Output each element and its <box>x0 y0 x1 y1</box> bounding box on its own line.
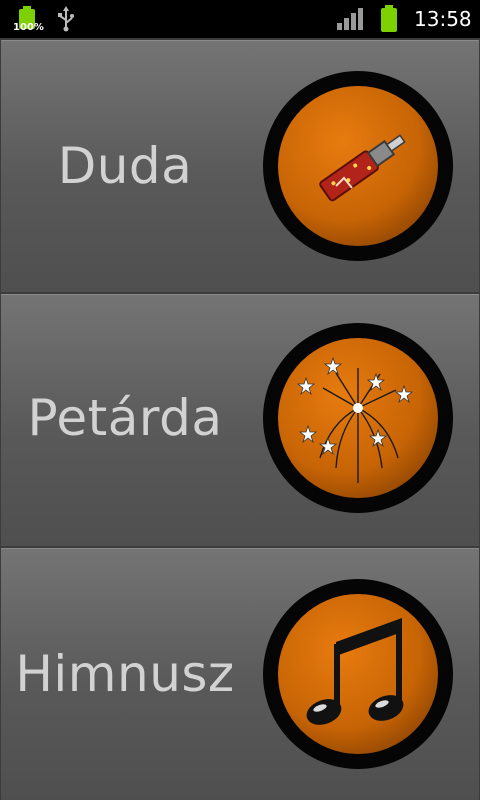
list-item-label: Petárda <box>27 389 223 447</box>
battery-percent: 100% <box>13 22 44 33</box>
signal-icon <box>337 8 363 30</box>
sound-list: Duda Petárda Himnusz <box>0 38 480 800</box>
list-item-label: Duda <box>57 137 193 195</box>
list-item-icon-button[interactable] <box>263 71 453 261</box>
horn-icon <box>319 134 406 202</box>
status-bar: 100% 13:58 <box>0 0 480 38</box>
clock: 13:58 <box>414 7 472 31</box>
music-note-icon <box>306 618 404 725</box>
list-item-icon-button[interactable] <box>263 323 453 513</box>
firework-icon <box>296 356 414 483</box>
usb-icon <box>58 6 74 32</box>
list-item-petarda[interactable]: Petárda <box>1 294 479 546</box>
battery-icon <box>381 5 397 32</box>
list-item-label: Himnusz <box>15 645 235 703</box>
list-item-icon-button[interactable] <box>263 579 453 769</box>
list-item-duda[interactable]: Duda <box>1 40 479 292</box>
list-item-himnusz[interactable]: Himnusz <box>1 548 479 800</box>
